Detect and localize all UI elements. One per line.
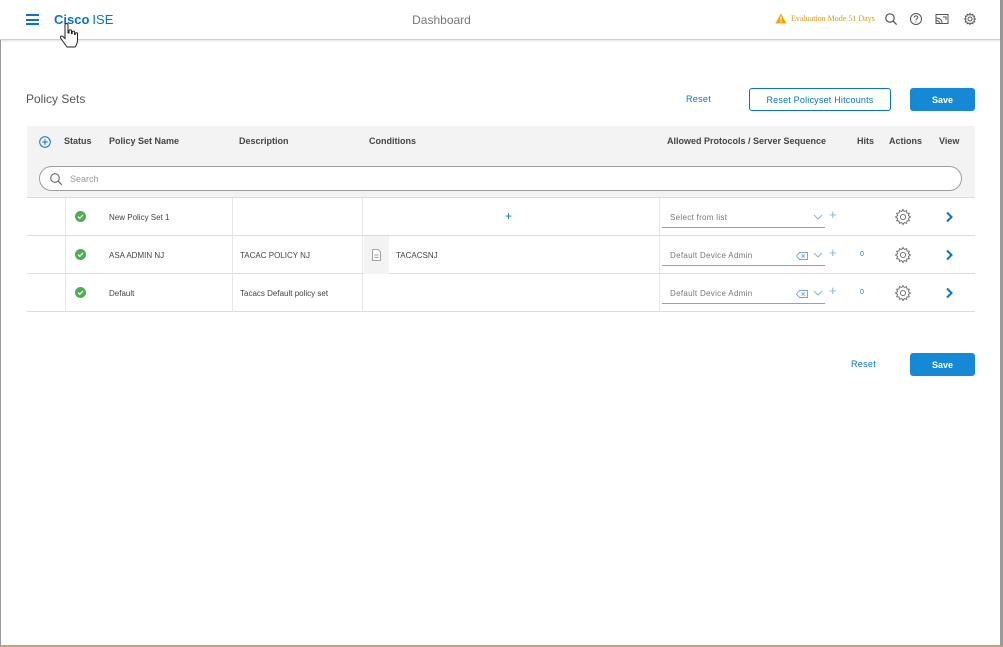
allowed-protocols-select[interactable]: Default Device Admin — [662, 282, 825, 304]
chevron-right-icon[interactable] — [944, 287, 954, 299]
add-protocol-icon[interactable]: + — [829, 284, 837, 298]
search-row — [27, 156, 975, 198]
search-input[interactable] — [70, 172, 950, 186]
col-status[interactable]: Status — [64, 136, 92, 146]
table-row: ASA ADMIN NJ TACAC POLICY NJ TACACSNJ De… — [27, 236, 975, 274]
chevron-right-icon[interactable] — [944, 211, 954, 223]
help-icon[interactable] — [909, 12, 923, 26]
search-icon[interactable] — [884, 12, 898, 26]
status-enabled-icon — [75, 249, 86, 260]
condition-icon-cell — [364, 236, 389, 274]
chevron-down-icon[interactable] — [813, 251, 823, 259]
condition-document-icon — [372, 249, 381, 261]
add-circle-icon[interactable] — [39, 136, 51, 148]
warning-icon — [775, 13, 787, 24]
status-enabled-icon — [75, 287, 86, 298]
reset-link-bottom[interactable]: Reset — [851, 359, 876, 369]
gear-icon[interactable] — [894, 246, 912, 264]
allowed-protocols-select[interactable]: Default Device Admin — [662, 244, 825, 266]
table-row: New Policy Set 1 + Select from list + — [27, 198, 975, 236]
search-box — [39, 166, 962, 191]
allowed-protocols-value: Default Device Admin — [670, 289, 753, 298]
col-policy-set-name[interactable]: Policy Set Name — [109, 136, 179, 146]
chevron-down-icon[interactable] — [813, 289, 823, 297]
allowed-protocols-value: Select from list — [670, 213, 728, 222]
col-allowed-protocols[interactable]: Allowed Protocols / Server Sequence — [667, 136, 826, 146]
evaluation-text: Evaluation Mode 51 Days — [791, 14, 875, 23]
status-enabled-icon — [75, 211, 86, 222]
allowed-protocols-select[interactable]: Select from list — [662, 206, 825, 228]
col-actions: Actions — [889, 136, 923, 146]
top-header: Cisco ISE Dashboard Evaluation Mode 51 Da… — [0, 0, 1000, 48]
allowed-protocols-value: Default Device Admin — [670, 251, 753, 260]
table-row: Default Tacacs Default policy set Defaul… — [27, 274, 975, 312]
save-button[interactable]: Save — [910, 88, 975, 111]
policy-set-description[interactable]: TACAC POLICY NJ — [240, 251, 310, 260]
chevron-down-icon[interactable] — [813, 213, 823, 221]
add-protocol-icon[interactable]: + — [829, 246, 837, 260]
gear-icon[interactable] — [894, 208, 912, 226]
hits-count: 0 — [860, 289, 864, 296]
table-header: Status Policy Set Name Description Condi… — [27, 126, 975, 156]
gear-icon[interactable] — [963, 12, 977, 26]
cast-icon[interactable] — [935, 12, 949, 26]
hits-count: 0 — [860, 251, 864, 258]
col-view: View — [939, 136, 960, 146]
policy-sets-table: Status Policy Set Name Description Condi… — [27, 126, 975, 312]
policy-set-description[interactable]: Tacacs Default policy set — [240, 289, 328, 298]
save-button-bottom[interactable]: Save — [910, 353, 975, 376]
policy-set-name[interactable]: Default — [109, 289, 134, 298]
gear-icon[interactable] — [894, 284, 912, 302]
col-conditions[interactable]: Conditions — [369, 136, 416, 146]
clear-icon[interactable] — [796, 290, 808, 298]
col-description[interactable]: Description — [239, 136, 289, 146]
reset-hitcounts-button[interactable]: Reset Policyset Hitcounts — [749, 88, 891, 111]
policy-set-name[interactable]: New Policy Set 1 — [109, 213, 169, 222]
add-protocol-icon[interactable]: + — [829, 208, 837, 222]
policy-set-name[interactable]: ASA ADMIN NJ — [109, 251, 164, 260]
col-hits[interactable]: Hits — [857, 136, 874, 146]
page-title: Policy Sets — [26, 92, 86, 106]
page-name: Dashboard — [412, 13, 471, 27]
evaluation-notice[interactable]: Evaluation Mode 51 Days — [775, 13, 875, 24]
clear-icon[interactable] — [796, 252, 808, 260]
add-condition-button[interactable]: + — [505, 209, 512, 223]
condition-name[interactable]: TACACSNJ — [396, 251, 438, 260]
search-icon — [50, 173, 63, 186]
reset-link[interactable]: Reset — [686, 94, 711, 104]
chevron-right-icon[interactable] — [944, 249, 954, 261]
